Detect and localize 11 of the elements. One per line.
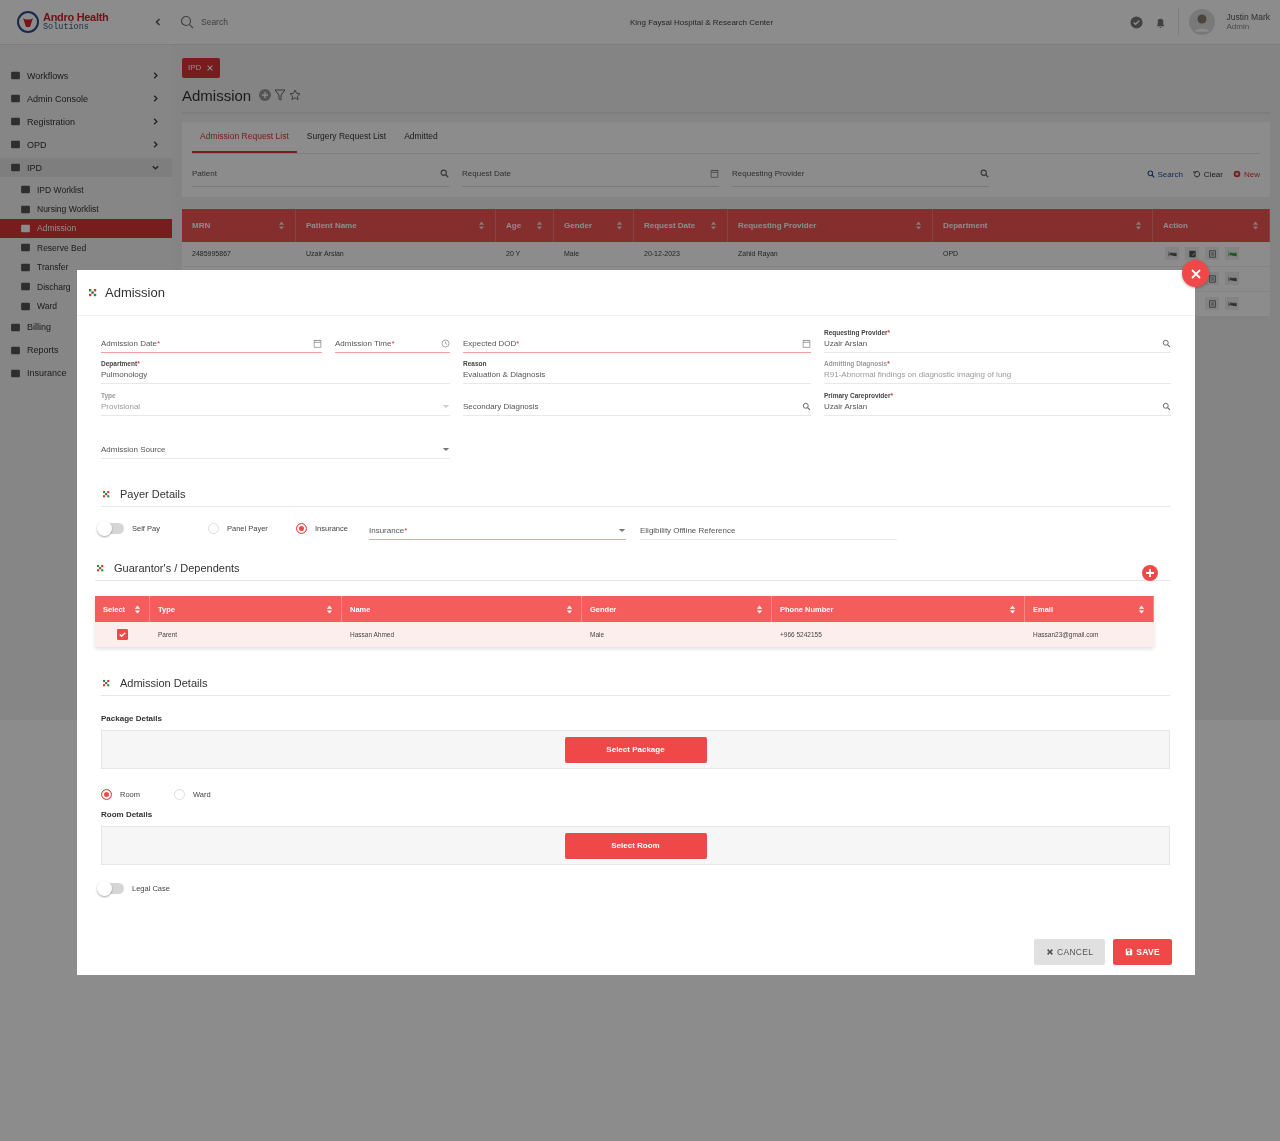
facility-name: King Faysal Hospital & Research Center (630, 17, 774, 27)
dialog-title: Admission (105, 285, 165, 300)
logo-subtitle: Solutions (43, 23, 90, 32)
logo-title: Andro Health (43, 12, 109, 24)
section-title: Admission Details (120, 677, 208, 689)
user-name: Justin Mark (1226, 12, 1270, 23)
section-title: Payer Details (120, 488, 186, 500)
section-title: Guarantor's / Dependents (114, 562, 240, 574)
page-title: Admission (182, 86, 252, 104)
subsection-label: Room Details (101, 810, 154, 819)
subsection-label: Package Details (101, 714, 163, 723)
